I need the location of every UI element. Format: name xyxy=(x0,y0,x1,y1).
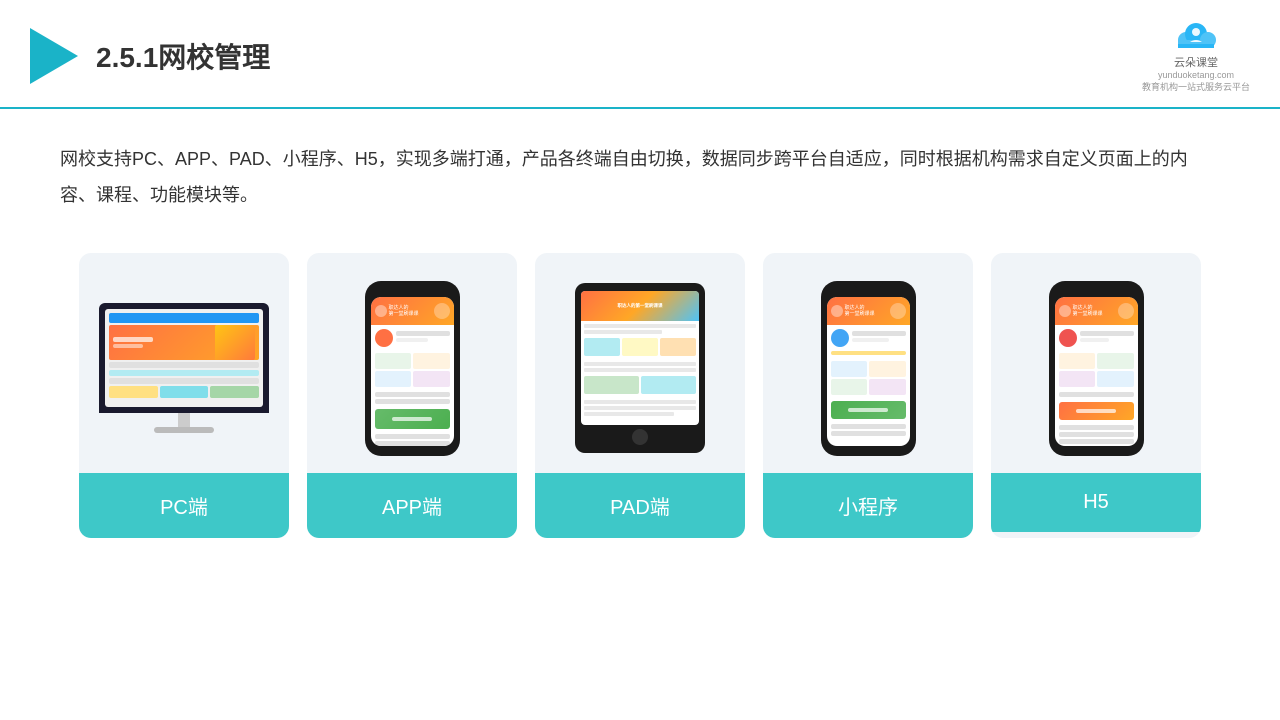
cards-container: PC端 职达人的第一堂刷课课 xyxy=(0,233,1280,568)
card-pad-label: PAD端 xyxy=(535,473,745,538)
card-pad: 职达人的第一堂刷课课 xyxy=(535,253,745,538)
header: 2.5.1网校管理 云朵课堂 yunduoketang.com 教育机构一站式服… xyxy=(0,0,1280,109)
card-miniprogram: 职达人的第一堂刷课课 xyxy=(763,253,973,538)
page-title: 2.5.1网校管理 xyxy=(96,36,270,76)
card-miniprogram-image: 职达人的第一堂刷课课 xyxy=(763,253,973,473)
card-h5: 职达人的第一堂刷课课 xyxy=(991,253,1201,538)
pc-monitor-icon xyxy=(99,303,269,433)
brand-tagline: 教育机构一站式服务云平台 xyxy=(1142,80,1250,93)
header-right: 云朵课堂 yunduoketang.com 教育机构一站式服务云平台 xyxy=(1142,18,1250,93)
brand-logo: 云朵课堂 yunduoketang.com 教育机构一站式服务云平台 xyxy=(1142,18,1250,93)
tablet-pad-icon: 职达人的第一堂刷课课 xyxy=(575,283,705,453)
phone-app-icon: 职达人的第一堂刷课课 xyxy=(365,281,460,456)
logo-triangle-icon xyxy=(30,28,78,84)
card-app-image: 职达人的第一堂刷课课 xyxy=(307,253,517,473)
brand-name: 云朵课堂 xyxy=(1174,54,1218,70)
card-app: 职达人的第一堂刷课课 xyxy=(307,253,517,538)
card-pc-image xyxy=(79,253,289,473)
card-pc-label: PC端 xyxy=(79,473,289,538)
card-pc: PC端 xyxy=(79,253,289,538)
cloud-icon xyxy=(1170,18,1222,54)
phone-miniprogram-icon: 职达人的第一堂刷课课 xyxy=(821,281,916,456)
card-pad-image: 职达人的第一堂刷课课 xyxy=(535,253,745,473)
card-app-label: APP端 xyxy=(307,473,517,538)
card-h5-label: H5 xyxy=(991,473,1201,532)
description-text: 网校支持PC、APP、PAD、小程序、H5，实现多端打通，产品各终端自由切换，数… xyxy=(0,109,1280,233)
phone-h5-icon: 职达人的第一堂刷课课 xyxy=(1049,281,1144,456)
card-h5-image: 职达人的第一堂刷课课 xyxy=(991,253,1201,473)
header-left: 2.5.1网校管理 xyxy=(30,28,270,84)
card-miniprogram-label: 小程序 xyxy=(763,473,973,538)
brand-url: yunduoketang.com xyxy=(1158,70,1234,80)
